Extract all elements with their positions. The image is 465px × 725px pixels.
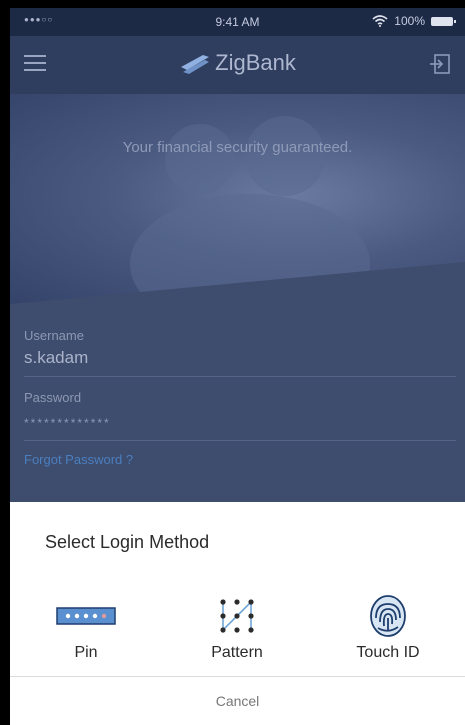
status-right: 100% bbox=[372, 14, 456, 28]
brand-name: ZigBank bbox=[215, 50, 296, 75]
app-header: ZigBank bbox=[10, 36, 465, 94]
pin-icon bbox=[56, 607, 116, 625]
password-label: Password bbox=[24, 390, 82, 405]
fingerprint-icon bbox=[370, 595, 406, 637]
login-method-sheet: Select Login Method Pin Pattern Touch ID… bbox=[10, 502, 465, 725]
forgot-password-link[interactable]: Forgot Password ? bbox=[24, 452, 133, 467]
hero-banner: Your financial security guaranteed. bbox=[10, 94, 465, 304]
cancel-button[interactable]: Cancel bbox=[10, 678, 465, 724]
username-label: Username bbox=[24, 328, 84, 343]
status-bar: ●●●○○ 9:41 AM 100% bbox=[10, 8, 465, 36]
logout-icon[interactable] bbox=[429, 53, 451, 75]
wifi-icon bbox=[372, 15, 388, 27]
pin-method-button[interactable]: Pin bbox=[26, 594, 146, 662]
brand: ZigBank bbox=[10, 50, 465, 76]
touch-id-method-button[interactable]: Touch ID bbox=[328, 594, 448, 662]
phone-screen: ●●●○○ 9:41 AM 100% ZigBank Your financia… bbox=[10, 8, 465, 725]
login-form: Username s.kadam Password ************* … bbox=[10, 304, 465, 516]
sheet-title: Select Login Method bbox=[45, 532, 210, 552]
pattern-icon bbox=[220, 599, 254, 633]
username-input[interactable]: s.kadam bbox=[24, 348, 88, 368]
hero-slant bbox=[10, 262, 465, 304]
sheet-divider bbox=[10, 676, 465, 677]
battery-icon bbox=[431, 16, 456, 26]
password-input[interactable]: ************* bbox=[24, 416, 111, 430]
touch-id-method-label: Touch ID bbox=[356, 644, 420, 661]
battery-percent: 100% bbox=[394, 14, 425, 28]
pattern-method-button[interactable]: Pattern bbox=[177, 594, 297, 662]
zigbank-logo-icon bbox=[181, 55, 210, 75]
password-divider bbox=[24, 440, 456, 441]
pattern-method-label: Pattern bbox=[211, 644, 263, 661]
pin-method-label: Pin bbox=[74, 644, 98, 661]
username-divider bbox=[24, 376, 456, 377]
